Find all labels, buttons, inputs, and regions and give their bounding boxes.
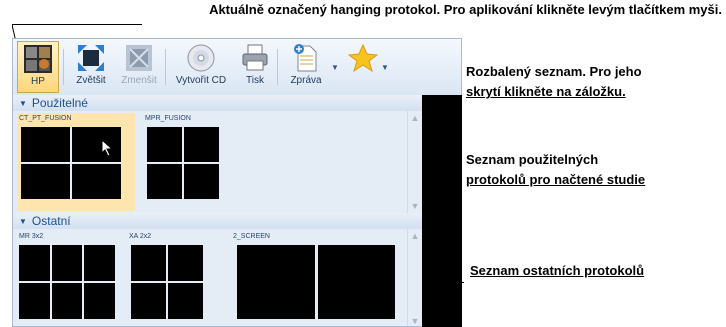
hp-button[interactable]: HP xyxy=(17,41,59,93)
protocol-xa-2x2[interactable]: XA 2x2 xyxy=(127,231,211,325)
protocol-layout-preview xyxy=(147,127,219,199)
collapse-triangle-icon: ▼ xyxy=(19,99,27,108)
print-button[interactable]: Tisk xyxy=(237,41,273,93)
tab-other-protocols[interactable]: ▼ Ostatní xyxy=(13,213,461,229)
printer-icon xyxy=(240,43,270,73)
new-report-icon xyxy=(291,43,321,73)
report-button[interactable]: Zpráva xyxy=(281,41,331,93)
protocol-layout-preview xyxy=(131,245,203,319)
annotation-used-list: Seznam použitelných protokolů pro načten… xyxy=(466,152,646,187)
annotation-leader-horizontal xyxy=(12,24,142,25)
viewer-background xyxy=(422,95,462,327)
protocol-layout-preview xyxy=(19,245,115,319)
mouse-cursor-icon xyxy=(101,139,114,157)
enlarge-icon xyxy=(76,43,106,73)
favorites-button[interactable] xyxy=(345,41,381,93)
scroll-down-icon[interactable]: ▼ xyxy=(408,201,422,211)
cd-icon xyxy=(186,43,216,73)
protocol-layout-preview xyxy=(21,127,121,199)
other-protocol-list: MR 3x2 XA 2x2 2_SCREEN xyxy=(13,229,423,326)
collapse-triangle-icon: ▼ xyxy=(19,217,27,226)
hanging-protocol-icon xyxy=(23,44,53,74)
other-list-scrollbar[interactable]: ▲ ▼ xyxy=(407,229,422,326)
protocol-ct-pt-fusion[interactable]: CT_PT_FUSION xyxy=(17,113,135,211)
protocol-2-screen[interactable]: 2_SCREEN xyxy=(231,231,403,325)
annotation-other-list: Seznam ostatních protokolů xyxy=(470,263,645,278)
annotation-current-protocol: Aktuálně označený hanging protokol. Pro … xyxy=(209,2,722,17)
toolbar-separator xyxy=(277,49,278,85)
used-protocol-list: CT_PT_FUSION MPR_FUSION xyxy=(13,111,423,213)
scroll-down-icon[interactable]: ▼ xyxy=(408,316,422,326)
toolbar-separator xyxy=(165,49,166,85)
used-list-scrollbar[interactable]: ▲ ▼ xyxy=(407,111,422,213)
scroll-up-icon[interactable]: ▲ xyxy=(408,231,422,241)
report-dropdown-arrow[interactable]: ▼ xyxy=(331,63,339,72)
protocol-mr-3x2[interactable]: MR 3x2 xyxy=(17,231,119,325)
protocol-layout-preview xyxy=(237,245,395,319)
annotation-expanded-list: Rozbalený seznam. Pro jeho skrytí klikně… xyxy=(466,64,642,99)
scroll-up-icon[interactable]: ▲ xyxy=(408,113,422,123)
star-icon xyxy=(347,43,379,73)
toolbar-separator xyxy=(63,49,64,85)
shrink-button[interactable]: Zmenšit xyxy=(117,41,161,93)
toolbar: HP Zvětšit Zmenšit Vytvořit CD Tisk Zprá… xyxy=(13,39,461,95)
protocol-mpr-fusion[interactable]: MPR_FUSION xyxy=(143,113,223,211)
hanging-protocol-panel: HP Zvětšit Zmenšit Vytvořit CD Tisk Zprá… xyxy=(12,38,462,327)
tab-used-protocols[interactable]: ▼ Použitelné xyxy=(13,95,461,111)
favorites-dropdown-arrow[interactable]: ▼ xyxy=(381,63,389,72)
shrink-icon xyxy=(124,43,154,73)
create-cd-button[interactable]: Vytvořit CD xyxy=(171,41,231,93)
enlarge-button[interactable]: Zvětšit xyxy=(69,41,113,93)
